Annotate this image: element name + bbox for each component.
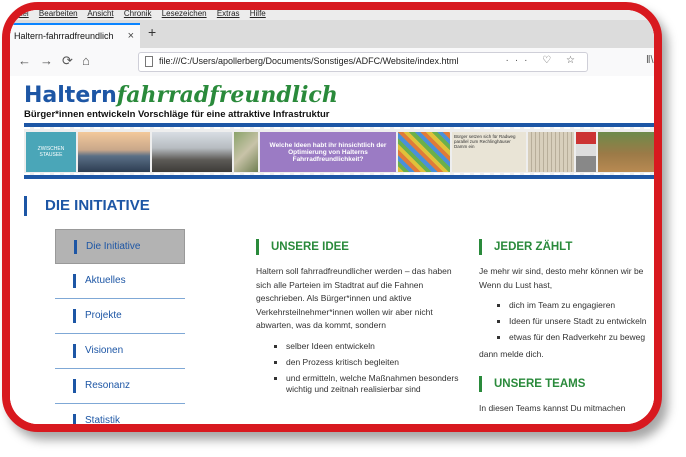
sidebar-item-label: Die Initiative: [86, 241, 141, 252]
sidebar-item-statistik[interactable]: Statistik: [55, 404, 185, 424]
menu-item-chronik[interactable]: Chronik: [124, 10, 152, 18]
menu-item-bearbeiten[interactable]: Bearbeiten: [39, 10, 78, 18]
banner-speech-bubble: Welche Ideen habt ihr hinsichtlich der O…: [260, 132, 396, 172]
banner-photo-lake: [78, 132, 150, 172]
menu-item-extras[interactable]: Extras: [217, 10, 240, 18]
tab-strip: Haltern-fahrradfreundlich × +: [10, 20, 654, 48]
idee-paragraph: Haltern soll fahrradfreundlicher werden …: [256, 266, 452, 330]
list-item: und ermitteln, welche Maßnahmen besonder…: [286, 373, 468, 395]
column-jeder-zaehlt: JEDER ZÄHLT Je mehr wir sind, desto mehr…: [479, 239, 654, 415]
site-logo[interactable]: Halternfahrradfreundlich: [24, 82, 338, 108]
sidebar-item-die-initiative[interactable]: Die Initiative: [55, 229, 185, 264]
logo-part-haltern: Haltern: [24, 83, 117, 108]
page-title: DIE INITIATIVE: [24, 196, 150, 216]
file-icon: [145, 56, 153, 67]
sidebar-item-aktuelles[interactable]: Aktuelles: [55, 264, 185, 299]
heading-unsere-idee: UNSERE IDEE: [256, 239, 468, 255]
list-item: dich im Team zu engagieren: [509, 300, 654, 311]
web-page: Halternfahrradfreundlich Bürger*innen en…: [10, 76, 654, 424]
menu-bar: Datei Bearbeiten Ansicht Chronik Lesezei…: [10, 10, 654, 20]
sidebar-bar-marker: [74, 240, 77, 254]
menu-item-hilfe[interactable]: Hilfe: [250, 10, 266, 18]
banner-photo-plan: [576, 132, 596, 172]
banner-photo-colorful-map: [398, 132, 450, 172]
browser-window: Datei Bearbeiten Ansicht Chronik Lesezei…: [10, 10, 654, 424]
banner-newspaper-1: Bürger setzen sich für Radweg parallel z…: [452, 132, 526, 172]
home-icon[interactable]: ⌂: [82, 53, 90, 68]
sidebar-item-label: Statistik: [85, 415, 121, 424]
sidebar-item-resonanz[interactable]: Resonanz: [55, 369, 185, 404]
list-item: Ideen für unsere Stadt zu entwickeln: [509, 316, 654, 327]
forward-arrow-icon[interactable]: →: [40, 53, 53, 68]
sidebar-bar-marker: [73, 274, 76, 288]
sidebar-nav: Die Initiative Aktuelles Projekte Vision…: [55, 229, 185, 424]
tab-title: Haltern-fahrradfreundlich: [14, 31, 114, 41]
new-tab-button[interactable]: +: [148, 24, 156, 40]
list-item: etwas für den Radverkehr zu beweg: [509, 332, 654, 343]
close-icon[interactable]: ×: [128, 25, 134, 47]
tab-active[interactable]: Haltern-fahrradfreundlich ×: [10, 23, 140, 48]
sidebar-item-label: Visionen: [85, 345, 124, 356]
menu-item-ansicht[interactable]: Ansicht: [87, 10, 113, 18]
red-frame-border: Datei Bearbeiten Ansicht Chronik Lesezei…: [2, 2, 662, 432]
sidebar-item-visionen[interactable]: Visionen: [55, 334, 185, 369]
sidebar-bar-marker: [73, 414, 76, 424]
column-unsere-idee: UNSERE IDEE Haltern soll fahrradfreundli…: [256, 239, 468, 400]
banner-photo-map: [234, 132, 258, 172]
library-icon[interactable]: ‖\: [646, 54, 654, 66]
reload-icon[interactable]: ⟳: [62, 53, 73, 69]
header-banner: ZWISCHEN STAUSEE Welche Ideen habt ihr h…: [24, 123, 654, 179]
banner-dash-top: [24, 127, 654, 129]
sidebar-item-label: Projekte: [85, 310, 122, 321]
url-text[interactable]: file:///C:/Users/apollerberg/Documents/S…: [159, 56, 458, 66]
banner-newspaper-2: [528, 132, 574, 172]
idee-list: selber Ideen entwickeln den Prozess krit…: [256, 341, 468, 395]
sidebar-item-projekte[interactable]: Projekte: [55, 299, 185, 334]
url-bar[interactable]: file:///C:/Users/apollerberg/Documents/S…: [138, 52, 588, 72]
sidebar-bar-marker: [73, 309, 76, 323]
screenshot-frame: Datei Bearbeiten Ansicht Chronik Lesezei…: [0, 0, 686, 457]
menu-item-datei[interactable]: Datei: [10, 10, 29, 18]
sidebar-bar-marker: [73, 344, 76, 358]
sidebar-item-label: Resonanz: [85, 380, 131, 391]
list-item: selber Ideen entwickeln: [286, 341, 468, 352]
back-arrow-icon[interactable]: ←: [18, 53, 31, 68]
banner-dash-bottom: [24, 173, 654, 175]
navigation-bar: ← → ⟳ ⌂ file:///C:/Users/apollerberg/Doc…: [10, 48, 654, 77]
zaehlt-paragraph: Je mehr wir sind, desto mehr können wir …: [479, 266, 644, 290]
logo-part-fahrradfreundlich: fahrradfreundlich: [116, 82, 338, 108]
page-actions[interactable]: ··· ♡ ☆: [506, 55, 581, 66]
banner-photo-street: [152, 132, 232, 172]
site-tagline: Bürger*innen entwickeln Vorschläge für e…: [24, 109, 330, 120]
list-item: den Prozess kritisch begleiten: [286, 357, 468, 368]
heading-unsere-teams: UNSERE TEAMS: [479, 375, 654, 392]
heading-jeder-zaehlt: JEDER ZÄHLT: [479, 239, 654, 255]
menu-item-lesezeichen[interactable]: Lesezeichen: [162, 10, 207, 18]
zaehlt-after: dann melde dich.: [479, 349, 544, 359]
sidebar-item-label: Aktuelles: [85, 275, 126, 286]
banner-photo-forest: [598, 132, 654, 172]
sidebar-bar-marker: [73, 379, 76, 393]
teams-paragraph: In diesen Teams kannst Du mitmachen: [479, 402, 626, 413]
banner-label-tile: ZWISCHEN STAUSEE: [26, 132, 76, 172]
zaehlt-list: dich im Team zu engagieren Ideen für uns…: [479, 300, 654, 343]
